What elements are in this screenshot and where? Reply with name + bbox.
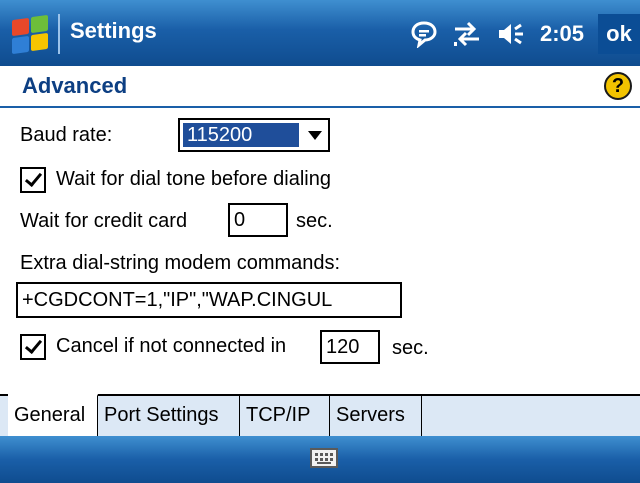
sec-label: sec. [296, 210, 333, 232]
wait-dial-tone-checkbox[interactable] [20, 167, 46, 193]
extra-commands-input[interactable]: +CGDCONT=1,"IP","WAP.CINGUL [16, 282, 402, 318]
title-separator [58, 14, 60, 54]
tab-bar: General Port Settings TCP/IP Servers [0, 394, 640, 438]
baud-rate-value: 115200 [183, 123, 299, 147]
tab-tcp-ip[interactable]: TCP/IP [240, 396, 330, 436]
window-title: Settings [70, 18, 157, 43]
help-icon[interactable]: ? [604, 72, 632, 100]
speaker-volume-icon[interactable] [496, 20, 526, 48]
wait-dial-tone-label: Wait for dial tone before dialing [56, 168, 331, 190]
connectivity-arrows-icon[interactable] [452, 20, 482, 48]
tab-general[interactable]: General [8, 394, 98, 436]
clock-time[interactable]: 2:05 [540, 21, 584, 47]
wait-credit-card-label: Wait for credit card [20, 210, 188, 232]
cancel-not-connected-checkbox[interactable] [20, 334, 46, 360]
tab-servers[interactable]: Servers [330, 396, 422, 436]
chevron-down-icon[interactable] [308, 131, 322, 140]
notification-bubble-icon[interactable] [410, 20, 438, 48]
menu-bar [0, 436, 640, 483]
baud-rate-label: Baud rate: [20, 124, 113, 146]
ok-button[interactable]: ok [598, 14, 640, 54]
title-bar: Settings 2:05 ok [0, 0, 640, 66]
baud-rate-select[interactable]: 115200 [178, 118, 330, 152]
wait-credit-card-input[interactable]: 0 [228, 203, 288, 237]
cancel-not-connected-label: Cancel if not connected in [56, 335, 287, 357]
tab-port-settings[interactable]: Port Settings [98, 396, 240, 436]
page-title: Advanced [22, 73, 128, 98]
cancel-timeout-input[interactable]: 120 [320, 330, 380, 364]
keyboard-icon[interactable] [310, 448, 338, 468]
windows-start-icon[interactable] [6, 13, 54, 55]
extra-commands-label: Extra dial-string modem commands: [20, 252, 341, 274]
sec-label: sec. [392, 337, 429, 359]
page-header: Advanced ? [0, 66, 640, 108]
